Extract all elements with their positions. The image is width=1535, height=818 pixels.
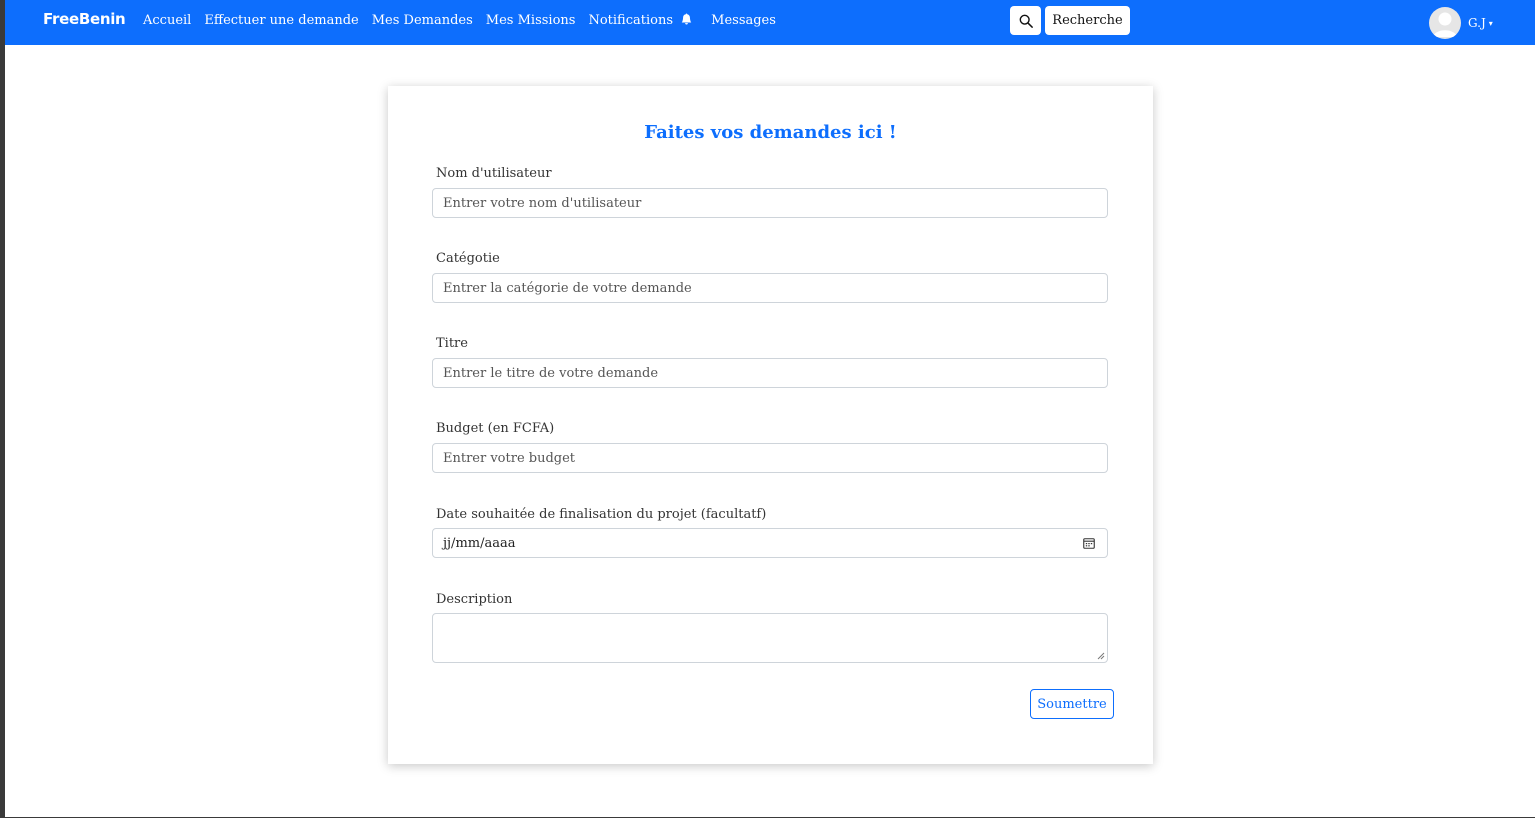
description-field[interactable] (432, 613, 1108, 663)
request-form-card: Faites vos demandes ici ! Nom d'utilisat… (388, 86, 1153, 764)
chevron-down-icon: ▾ (1488, 18, 1493, 28)
title-field[interactable]: Entrer le titre de votre demande (432, 358, 1108, 388)
search-icon-button[interactable] (1010, 6, 1041, 35)
brand-logo[interactable]: FreeBenin (43, 10, 126, 28)
search-button[interactable]: Recherche (1045, 6, 1130, 35)
username-placeholder: Entrer votre nom d'utilisateur (443, 195, 642, 211)
app-window: FreeBenin Accueil Effectuer une demande … (5, 0, 1535, 817)
category-placeholder: Entrer la catégorie de votre demande (443, 280, 692, 296)
calendar-icon[interactable] (1083, 537, 1095, 549)
username-label: Nom d'utilisateur (436, 166, 552, 181)
bell-icon (681, 13, 692, 25)
user-menu[interactable]: G.J ▾ (1429, 7, 1493, 39)
nav-link-messages[interactable]: Messages (711, 13, 776, 28)
avatar-silhouette (1433, 12, 1457, 37)
nav-link-accueil[interactable]: Accueil (143, 13, 191, 28)
form-title: Faites vos demandes ici ! (644, 122, 897, 143)
search-icon (1019, 14, 1033, 28)
title-label: Titre (436, 336, 468, 351)
submit-button[interactable]: Soumettre (1030, 689, 1114, 719)
category-label: Catégotie (436, 251, 500, 266)
nav-link-effectuer-demande[interactable]: Effectuer une demande (204, 13, 358, 28)
title-placeholder: Entrer le titre de votre demande (443, 365, 659, 381)
user-name: G.J (1468, 16, 1486, 30)
nav-link-mes-demandes[interactable]: Mes Demandes (372, 13, 473, 28)
budget-placeholder: Entrer votre budget (443, 450, 576, 466)
nav-link-notifications-label: Notifications (588, 13, 673, 28)
date-label: Date souhaitée de finalisation du projet… (436, 507, 767, 522)
username-field[interactable]: Entrer votre nom d'utilisateur (432, 188, 1108, 218)
description-label: Description (436, 592, 513, 607)
category-field[interactable]: Entrer la catégorie de votre demande (432, 273, 1108, 303)
nav-link-notifications[interactable]: Notifications (588, 13, 692, 28)
nav-link-mes-missions[interactable]: Mes Missions (486, 13, 576, 28)
date-placeholder: jj/mm/aaaa (443, 535, 516, 551)
nav-links: Accueil Effectuer une demande Mes Demand… (143, 13, 789, 28)
top-navbar: FreeBenin Accueil Effectuer une demande … (5, 0, 1535, 45)
resize-handle-icon[interactable] (1097, 652, 1105, 660)
user-avatar-icon (1429, 7, 1461, 39)
date-field[interactable]: jj/mm/aaaa (432, 528, 1108, 558)
budget-field[interactable]: Entrer votre budget (432, 443, 1108, 473)
budget-label: Budget (en FCFA) (436, 421, 555, 436)
